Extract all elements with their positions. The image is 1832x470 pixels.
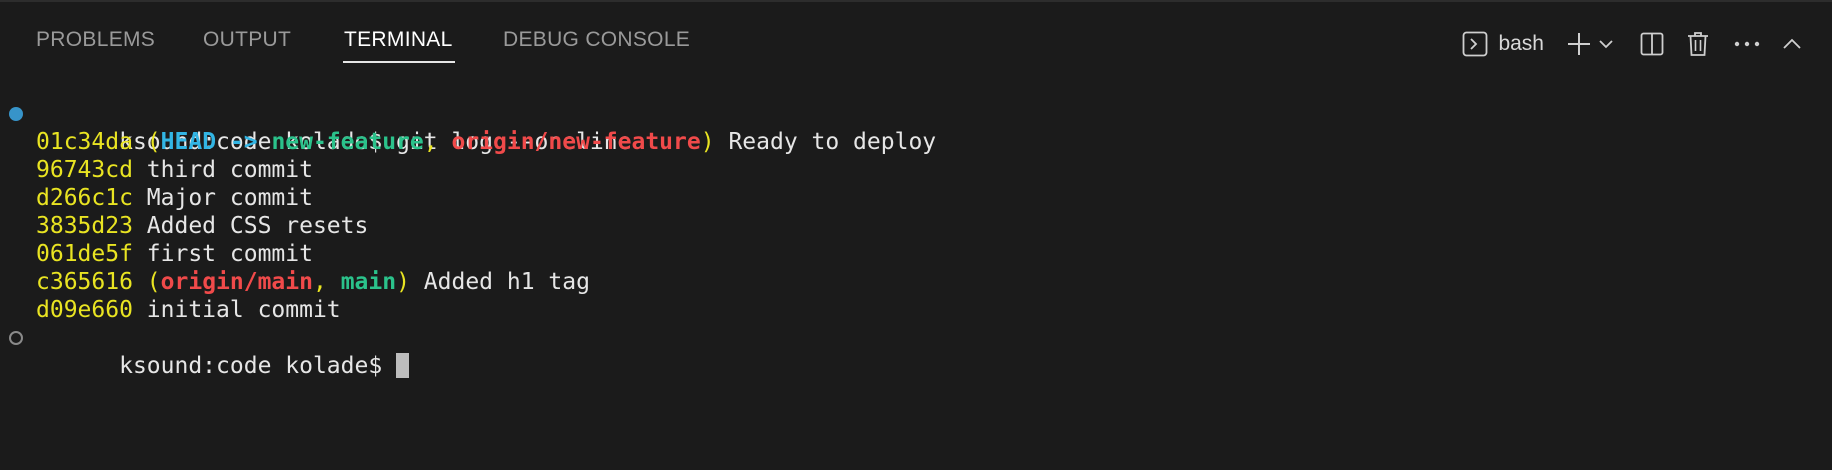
- terminal-panel: PROBLEMS OUTPUT TERMINAL DEBUG CONSOLE b…: [0, 0, 1832, 470]
- log-entry: 061de5f first commit: [0, 240, 1832, 268]
- new-terminal-button[interactable]: [1566, 31, 1592, 57]
- log-entry: d09e660 initial commit: [0, 296, 1832, 324]
- commit-message: Major commit: [146, 185, 313, 211]
- log-entry: 01c34da (HEAD -> new-feature, origin/new…: [36, 129, 937, 155]
- ref-sep: ,: [423, 129, 452, 155]
- chevron-down-icon: [1598, 36, 1614, 52]
- commit-hash: d09e660: [36, 297, 133, 323]
- panel-tab-bar: PROBLEMS OUTPUT TERMINAL DEBUG CONSOLE b…: [0, 2, 1832, 63]
- more-actions-button[interactable]: [1734, 40, 1760, 48]
- shell-prompt: ksound:code kolade$: [119, 353, 383, 379]
- commit-message: Ready to deploy: [728, 129, 937, 155]
- command-pending-dot: [9, 331, 23, 345]
- split-terminal-button[interactable]: [1640, 32, 1664, 56]
- split-editor-icon: [1640, 32, 1664, 56]
- log-entry: c365616 (origin/main, main) Added h1 tag: [36, 269, 590, 295]
- commit-hash: d266c1c: [36, 185, 133, 211]
- commit-hash: 3835d23: [36, 213, 133, 239]
- log-entry: 96743cd third commit: [0, 156, 1832, 184]
- active-tab-indicator: [343, 61, 455, 63]
- panel-actions: bash: [1462, 26, 1802, 62]
- terminal-output[interactable]: ksound:code kolade$ git log --oneline 01…: [0, 100, 1832, 379]
- tab-debug-console[interactable]: DEBUG CONSOLE: [503, 28, 690, 52]
- shell-label: bash: [1498, 32, 1544, 55]
- commit-message: Added CSS resets: [146, 213, 369, 239]
- log-entry: 3835d23 Added CSS resets: [0, 212, 1832, 240]
- commit-message: third commit: [146, 157, 313, 183]
- ref-local: new-feature: [271, 129, 424, 155]
- log-entry: d266c1c Major commit: [0, 184, 1832, 212]
- command-line: ksound:code kolade$ git log --oneline: [0, 100, 1832, 155]
- commit-message: first commit: [146, 241, 313, 267]
- git-log-output: 01c34da (HEAD -> new-feature, origin/new…: [0, 128, 1832, 324]
- ref-sep: ,: [312, 269, 341, 295]
- tab-output[interactable]: OUTPUT: [203, 28, 291, 52]
- commit-hash: 96743cd: [36, 157, 133, 183]
- shell-selector[interactable]: bash: [1462, 31, 1566, 57]
- chevron-up-icon: [1782, 37, 1802, 51]
- commit-hash: 061de5f: [36, 241, 133, 267]
- tab-problems[interactable]: PROBLEMS: [36, 28, 155, 52]
- ref-local: main: [340, 269, 397, 295]
- maximize-panel-button[interactable]: [1782, 37, 1802, 51]
- commit-hash: 01c34da: [36, 129, 133, 155]
- ref-head: HEAD ->: [160, 129, 272, 155]
- plus-icon: [1566, 31, 1592, 57]
- kill-terminal-button[interactable]: [1686, 31, 1710, 57]
- terminal-icon: [1462, 31, 1488, 57]
- tab-terminal[interactable]: TERMINAL: [344, 28, 453, 52]
- terminal-cursor: [396, 353, 410, 378]
- command-success-dot[interactable]: [9, 107, 23, 121]
- commit-message: initial commit: [146, 297, 341, 323]
- ref-remote: origin/main: [160, 269, 313, 295]
- commit-hash: c365616: [36, 269, 133, 295]
- terminal-dropdown-button[interactable]: [1598, 36, 1614, 52]
- commit-message: Added h1 tag: [423, 269, 590, 295]
- active-prompt-line: ksound:code kolade$: [0, 324, 1832, 379]
- ref-remote: origin/new-feature: [451, 129, 701, 155]
- ellipsis-icon: [1734, 40, 1760, 48]
- trash-icon: [1686, 31, 1710, 57]
